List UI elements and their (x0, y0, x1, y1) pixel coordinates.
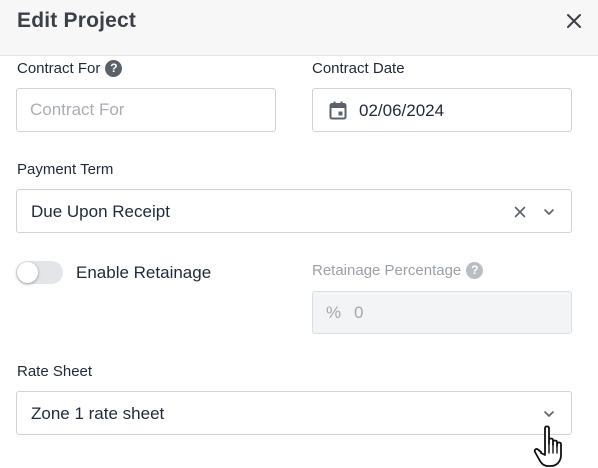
retainage-percentage-value: 0 (354, 303, 364, 322)
payment-term-select[interactable]: Due Upon Receipt (16, 189, 572, 233)
dialog-title: Edit Project (17, 9, 137, 32)
payment-term-label: Payment Term (17, 161, 114, 178)
help-icon[interactable]: ? (105, 60, 123, 77)
enable-retainage-toggle[interactable] (16, 261, 63, 284)
calendar-icon[interactable] (329, 101, 347, 120)
help-icon[interactable]: ? (466, 262, 484, 279)
retainage-percentage-label-text: Retainage Percentage (312, 262, 462, 279)
dialog-header: Edit Project (0, 0, 598, 56)
toggle-knob (17, 262, 38, 283)
retainage-percentage-label: Retainage Percentage? (312, 262, 484, 279)
rate-sheet-select[interactable]: Zone 1 rate sheet (16, 391, 572, 435)
rate-sheet-value: Zone 1 rate sheet (31, 404, 165, 423)
enable-retainage-label: Enable Retainage (76, 263, 212, 282)
contract-for-input[interactable] (17, 89, 275, 131)
chevron-down-icon[interactable] (543, 410, 555, 418)
contract-date-field[interactable]: 02/06/2024 (312, 88, 572, 132)
contract-for-label: Contract For? (17, 60, 123, 77)
rate-sheet-label: Rate Sheet (17, 363, 93, 380)
hand-pointer-icon (533, 425, 562, 467)
contract-date-label: Contract Date (312, 60, 405, 77)
clear-icon[interactable] (514, 206, 526, 218)
contract-date-value: 02/06/2024 (359, 101, 445, 120)
percent-symbol: % (326, 303, 342, 322)
payment-term-value: Due Upon Receipt (31, 202, 170, 221)
retainage-percentage-field: % 0 (312, 291, 572, 334)
chevron-down-icon[interactable] (543, 208, 555, 216)
contract-for-field[interactable] (16, 88, 276, 132)
close-icon[interactable] (563, 10, 585, 32)
contract-for-label-text: Contract For (17, 60, 101, 77)
